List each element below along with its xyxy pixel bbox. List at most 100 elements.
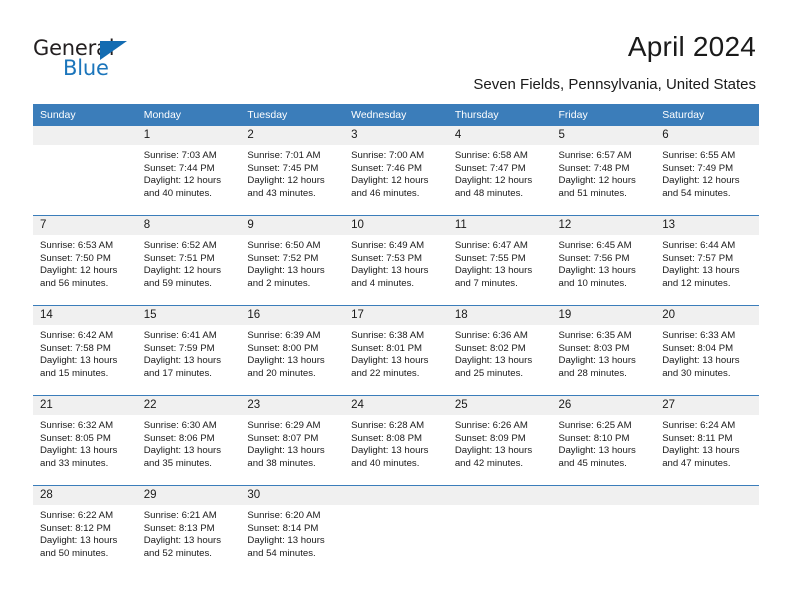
sunset-text: Sunset: 8:12 PM bbox=[40, 522, 111, 534]
sunset-text: Sunset: 7:47 PM bbox=[454, 162, 526, 174]
sunset-text: Sunset: 7:57 PM bbox=[662, 252, 734, 264]
daylight-text: Daylight: 13 hours bbox=[247, 265, 325, 277]
general-blue-logo[interactable]: General Blue bbox=[33, 36, 213, 84]
daylight-text: Daylight: 13 hours bbox=[143, 535, 222, 547]
day-cell[interactable]: 3 Sunrise: 7:00 AM Sunset: 7:46 PM Daylight… bbox=[344, 126, 448, 216]
day-number: 19 bbox=[551, 306, 656, 325]
sunset-text: Sunset: 8:02 PM bbox=[454, 342, 526, 354]
day-number: 26 bbox=[551, 396, 656, 415]
day-cell[interactable]: 27 Sunrise: 6:24 AM Sunset: 8:11 PM Dayligh… bbox=[655, 395, 759, 486]
day-cell[interactable]: 16 Sunrise: 6:39 AM Sunset: 8:00 PM Dayligh… bbox=[240, 305, 345, 396]
sunset-text: Sunset: 7:59 PM bbox=[143, 342, 215, 354]
page-title: April 2024 bbox=[627, 31, 756, 62]
sunrise-text: Sunrise: 6:44 AM bbox=[662, 240, 736, 251]
daylight-text: Daylight: 13 hours bbox=[40, 355, 118, 367]
daylight-text: and 12 minutes. bbox=[662, 277, 731, 289]
daylight-text: and 2 minutes. bbox=[247, 277, 311, 289]
daylight-text: Daylight: 13 hours bbox=[662, 445, 740, 457]
daylight-text: Daylight: 13 hours bbox=[558, 265, 636, 277]
day-cell[interactable]: 13 Sunrise: 6:44 AM Sunset: 7:57 PM Dayligh… bbox=[655, 215, 759, 306]
daylight-text: Daylight: 13 hours bbox=[247, 535, 325, 547]
day-number: 22 bbox=[136, 396, 241, 415]
day-cell[interactable]: 23 Sunrise: 6:29 AM Sunset: 8:07 PM Dayligh… bbox=[240, 395, 345, 486]
day-cell[interactable]: 1 Sunrise: 7:03 AM Sunset: 7:44 PM Daylight… bbox=[136, 126, 241, 216]
day-number bbox=[655, 486, 759, 505]
day-cell[interactable]: 21 Sunrise: 6:32 AM Sunset: 8:05 PM Dayligh… bbox=[33, 395, 137, 486]
calendar-body: 1 Sunrise: 7:03 AM Sunset: 7:44 PM Daylight… bbox=[33, 126, 759, 575]
sunset-text: Sunset: 7:52 PM bbox=[247, 252, 319, 264]
sunrise-text: Sunrise: 6:30 AM bbox=[143, 420, 217, 431]
calendar-table: Sunday Monday Tuesday Wednesday Thursday Frid… bbox=[33, 104, 759, 575]
daylight-text: Daylight: 12 hours bbox=[454, 175, 533, 187]
day-number: 8 bbox=[136, 216, 241, 235]
daylight-text: and 46 minutes. bbox=[351, 187, 420, 199]
day-cell[interactable]: 17 Sunrise: 6:38 AM Sunset: 8:01 PM Dayligh… bbox=[344, 305, 448, 396]
day-cell[interactable]: 11 Sunrise: 6:47 AM Sunset: 7:55 PM Dayligh… bbox=[447, 215, 552, 306]
day-number: 14 bbox=[33, 306, 137, 325]
day-cell[interactable]: 12 Sunrise: 6:45 AM Sunset: 7:56 PM Dayligh… bbox=[551, 215, 656, 306]
daylight-text: Daylight: 12 hours bbox=[143, 265, 222, 277]
day-cell[interactable]: 6 Sunrise: 6:55 AM Sunset: 7:49 PM Daylight… bbox=[655, 126, 759, 216]
calendar-header-row: Sunday Monday Tuesday Wednesday Thursday Frid… bbox=[33, 104, 759, 126]
sunset-text: Sunset: 7:51 PM bbox=[143, 252, 215, 264]
sunset-text: Sunset: 7:48 PM bbox=[558, 162, 630, 174]
weekday-header-sunday: Sunday bbox=[33, 104, 137, 126]
day-details: Sunrise: 6:30 AM Sunset: 8:06 PM Daylight:… bbox=[137, 415, 241, 470]
daylight-text: and 51 minutes. bbox=[558, 187, 627, 199]
daylight-text: and 4 minutes. bbox=[351, 277, 415, 289]
day-cell[interactable]: 19 Sunrise: 6:35 AM Sunset: 8:03 PM Dayligh… bbox=[551, 305, 656, 396]
day-details: Sunrise: 6:29 AM Sunset: 8:07 PM Daylight:… bbox=[240, 415, 344, 470]
sunrise-text: Sunrise: 6:55 AM bbox=[662, 150, 736, 161]
day-details: Sunrise: 6:21 AM Sunset: 8:13 PM Daylight:… bbox=[137, 505, 241, 560]
day-details: Sunrise: 6:38 AM Sunset: 8:01 PM Daylight:… bbox=[344, 325, 448, 380]
daylight-text: Daylight: 13 hours bbox=[351, 355, 429, 367]
day-number: 15 bbox=[136, 306, 241, 325]
day-cell[interactable]: 15 Sunrise: 6:41 AM Sunset: 7:59 PM Dayligh… bbox=[136, 305, 241, 396]
daylight-text: and 35 minutes. bbox=[143, 457, 212, 469]
day-details: Sunrise: 6:44 AM Sunset: 7:57 PM Daylight:… bbox=[655, 235, 759, 290]
day-cell[interactable]: 26 Sunrise: 6:25 AM Sunset: 8:10 PM Dayligh… bbox=[551, 395, 656, 486]
day-cell[interactable]: 14 Sunrise: 6:42 AM Sunset: 7:58 PM Dayligh… bbox=[33, 305, 137, 396]
day-cell[interactable]: 2 Sunrise: 7:01 AM Sunset: 7:45 PM Daylight… bbox=[240, 126, 345, 216]
daylight-text: Daylight: 12 hours bbox=[247, 175, 325, 187]
day-cell[interactable]: 7 Sunrise: 6:53 AM Sunset: 7:50 PM Daylight… bbox=[33, 215, 137, 306]
day-cell[interactable]: 22 Sunrise: 6:30 AM Sunset: 8:06 PM Dayligh… bbox=[136, 395, 241, 486]
sunrise-text: Sunrise: 6:24 AM bbox=[662, 420, 736, 431]
daylight-text: Daylight: 13 hours bbox=[558, 355, 636, 367]
day-details: Sunrise: 6:45 AM Sunset: 7:56 PM Daylight:… bbox=[552, 235, 656, 290]
weekday-header-monday: Monday bbox=[136, 104, 241, 126]
day-cell[interactable]: 29 Sunrise: 6:21 AM Sunset: 8:13 PM Dayligh… bbox=[136, 485, 241, 575]
day-cell[interactable]: 4 Sunrise: 6:58 AM Sunset: 7:47 PM Daylight… bbox=[447, 126, 552, 216]
daylight-text: and 59 minutes. bbox=[143, 277, 212, 289]
sunrise-text: Sunrise: 6:41 AM bbox=[143, 330, 217, 341]
day-details: Sunrise: 6:58 AM Sunset: 7:47 PM Daylight:… bbox=[448, 145, 552, 200]
sunset-text: Sunset: 7:44 PM bbox=[143, 162, 215, 174]
day-number: 30 bbox=[240, 486, 345, 505]
sunrise-text: Sunrise: 7:03 AM bbox=[143, 150, 217, 161]
day-cell[interactable]: 10 Sunrise: 6:49 AM Sunset: 7:53 PM Dayligh… bbox=[344, 215, 448, 306]
day-details: Sunrise: 6:25 AM Sunset: 8:10 PM Daylight:… bbox=[552, 415, 656, 470]
daylight-text: and 47 minutes. bbox=[662, 457, 731, 469]
page-subtitle: Seven Fields, Pennsylvania, United State… bbox=[473, 76, 756, 93]
day-cell[interactable]: 28 Sunrise: 6:22 AM Sunset: 8:12 PM Dayligh… bbox=[33, 485, 137, 575]
sunrise-text: Sunrise: 6:45 AM bbox=[558, 240, 632, 251]
day-number bbox=[551, 486, 656, 505]
daylight-text: Daylight: 13 hours bbox=[351, 445, 429, 457]
day-cell[interactable]: 25 Sunrise: 6:26 AM Sunset: 8:09 PM Dayligh… bbox=[447, 395, 552, 486]
daylight-text: Daylight: 12 hours bbox=[558, 175, 636, 187]
day-number: 20 bbox=[655, 306, 759, 325]
day-details: Sunrise: 6:28 AM Sunset: 8:08 PM Daylight:… bbox=[344, 415, 448, 470]
day-cell[interactable]: 9 Sunrise: 6:50 AM Sunset: 7:52 PM Daylight… bbox=[240, 215, 345, 306]
day-cell[interactable]: 18 Sunrise: 6:36 AM Sunset: 8:02 PM Dayligh… bbox=[447, 305, 552, 396]
day-number: 4 bbox=[447, 126, 552, 145]
day-cell[interactable]: 5 Sunrise: 6:57 AM Sunset: 7:48 PM Daylight… bbox=[551, 126, 656, 216]
day-cell[interactable]: 30 Sunrise: 6:20 AM Sunset: 8:14 PM Dayligh… bbox=[240, 485, 345, 575]
day-cell[interactable]: 20 Sunrise: 6:33 AM Sunset: 8:04 PM Dayligh… bbox=[655, 305, 759, 396]
day-cell[interactable]: 24 Sunrise: 6:28 AM Sunset: 8:08 PM Dayligh… bbox=[344, 395, 448, 486]
day-details: Sunrise: 6:39 AM Sunset: 8:00 PM Daylight:… bbox=[240, 325, 344, 380]
day-number bbox=[33, 126, 137, 145]
day-cell[interactable]: 8 Sunrise: 6:52 AM Sunset: 7:51 PM Daylight… bbox=[136, 215, 241, 306]
day-number: 21 bbox=[33, 396, 137, 415]
sunrise-text: Sunrise: 6:25 AM bbox=[558, 420, 632, 431]
day-number: 10 bbox=[344, 216, 448, 235]
